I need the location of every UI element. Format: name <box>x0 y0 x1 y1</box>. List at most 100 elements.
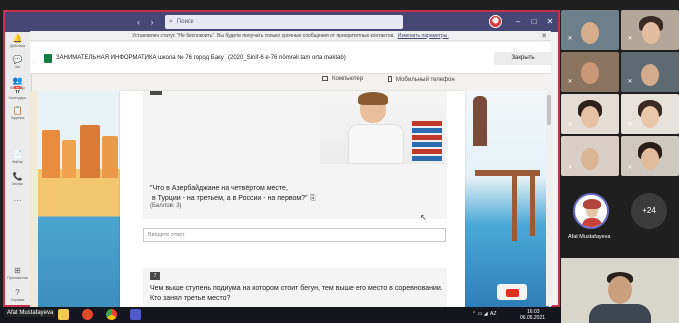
participant-face <box>581 62 599 84</box>
rail-item-more[interactable]: ··· <box>4 196 31 206</box>
view-mobile-option[interactable]: Мобильный телефон <box>388 76 455 83</box>
rail-item-calendar[interactable]: 📅 Календарь <box>4 86 31 101</box>
participant-tile[interactable] <box>621 52 679 92</box>
clock-date[interactable]: 06.05.2021 <box>520 315 545 321</box>
translate-icon[interactable]: ⎘ <box>310 195 316 203</box>
pier-post-icon <box>530 176 535 236</box>
forms-app-icon <box>44 54 52 63</box>
question-7-number: 7 <box>150 272 160 280</box>
participant-face <box>642 22 660 44</box>
mic-off-icon: ✕ <box>627 36 633 42</box>
mouse-cursor-icon: ↖ <box>420 213 427 222</box>
mic-off-icon: ✕ <box>627 122 633 128</box>
bell-icon: 🔔 <box>12 34 23 43</box>
banner-close-icon[interactable]: ✕ <box>541 32 547 40</box>
participant-main-tile[interactable] <box>561 258 679 323</box>
participant-face <box>641 148 659 170</box>
question-6-image <box>320 91 445 164</box>
file-explorer-icon[interactable] <box>58 309 69 320</box>
boy-body-icon <box>348 124 404 164</box>
building-icon <box>80 125 100 178</box>
question-6-text: "Что в Азербайджане на четвёртом месте, … <box>150 185 308 202</box>
mic-off-icon: ✕ <box>627 79 633 85</box>
building-icon <box>62 140 76 178</box>
rail-item-help[interactable]: ? Справка <box>4 288 31 303</box>
screen: ‹ › ⌕ Поиск – □ ✕ 🔔 Действия 💬 Чат 👥 Ком… <box>0 0 679 323</box>
class-name: (2020_Sinif-6 e-76 nömrəli tam orta məkt… <box>228 55 346 61</box>
mic-off-icon: ✕ <box>567 165 573 171</box>
rail-item-files[interactable]: 📄 Файлы <box>4 150 31 165</box>
teams-taskbar-icon[interactable] <box>130 309 141 320</box>
building-icon <box>102 136 118 178</box>
person-figure-icon <box>473 96 487 146</box>
rail-item-apps[interactable]: ⊞ Приложения <box>4 266 31 281</box>
pier-post-icon <box>512 176 517 241</box>
mic-off-icon: ✕ <box>627 165 633 171</box>
participant-face <box>641 106 659 128</box>
scrollbar-thumb[interactable] <box>547 95 551 125</box>
search-input[interactable]: ⌕ Поиск <box>165 15 403 29</box>
apps-icon: ⊞ <box>14 266 21 275</box>
flag-red-icon <box>506 289 519 297</box>
files-icon: 📄 <box>12 150 23 159</box>
participant-tile[interactable] <box>621 10 679 50</box>
phone-icon <box>388 76 392 82</box>
participant-tile[interactable] <box>561 10 619 50</box>
question-6-number <box>150 91 162 95</box>
mic-off-icon: ✕ <box>567 122 573 128</box>
dnd-banner: Установлен статус "Не беспокоить". Вы бу… <box>30 31 551 41</box>
building-icon <box>42 130 60 178</box>
question-7-text: Чем выше ступень подиума на котором стои… <box>150 285 443 302</box>
presenter-hair <box>583 199 601 209</box>
boy-hair-icon <box>358 92 388 105</box>
answer-input[interactable]: Введите ответ <box>143 228 446 242</box>
rail-item-activity[interactable]: 🔔 Действия <box>4 34 31 49</box>
dnd-banner-text: Установлен статус "Не беспокоить". Вы бу… <box>132 32 395 39</box>
participant-face <box>581 148 599 170</box>
change-settings-link[interactable]: Изменить параметры. <box>398 33 449 39</box>
assignments-icon: 📋 <box>12 106 23 115</box>
rail-item-assignments[interactable]: 📋 Задания <box>4 106 31 121</box>
minimize-button[interactable]: – <box>511 15 525 29</box>
presenter-name: Afat Mustafayeva <box>568 234 611 240</box>
calendar-icon: 📅 <box>12 86 23 95</box>
mic-off-icon: ✕ <box>567 79 573 85</box>
participant-tile[interactable] <box>561 52 619 92</box>
presenter-avatar[interactable] <box>573 193 609 229</box>
rail-item-chat[interactable]: 💬 Чат <box>4 55 31 70</box>
search-icon: ⌕ <box>169 18 173 25</box>
calls-icon: 📞 <box>12 172 23 181</box>
chat-icon: 💬 <box>12 55 23 64</box>
title-bar: ‹ › ⌕ Поиск – □ ✕ <box>5 12 558 32</box>
rail-item-calls[interactable]: 📞 Звонки <box>4 172 31 187</box>
close-window-button[interactable]: ✕ <box>543 15 557 29</box>
monitor-icon <box>322 76 328 81</box>
app-name: ЗАНИМАТЕЛЬНАЯ ИНФОРМАТИКА <box>56 55 157 61</box>
opera-icon[interactable] <box>82 309 93 320</box>
close-tab-button[interactable]: Закрыть <box>494 52 552 65</box>
school-name: школа № 76 город Баку <box>158 55 224 61</box>
presenter-clothes <box>582 218 602 227</box>
taskbar-user-tag: Afat Mustafayeva <box>5 309 56 317</box>
books-icon <box>412 121 442 161</box>
participant-face <box>641 64 659 86</box>
chrome-icon[interactable] <box>106 309 117 320</box>
question-6-points: (Баллов: 3) <box>150 203 182 209</box>
maximize-button[interactable]: □ <box>527 15 541 29</box>
view-computer-option[interactable]: Компьютер <box>322 76 363 82</box>
language-indicator[interactable]: AZ <box>490 311 496 317</box>
participant-shirt <box>589 304 651 323</box>
participant-face <box>581 106 599 128</box>
more-participants-button[interactable]: +24 <box>631 193 667 229</box>
participant-face <box>581 22 599 44</box>
teams-icon: 👥 <box>12 76 23 85</box>
background-illustration-left <box>38 91 120 307</box>
back-forward-arrows-icon[interactable]: ‹ › <box>137 17 158 27</box>
more-icon: ··· <box>13 196 22 205</box>
tray-icons[interactable]: ⌃ ▭ ◢ <box>472 311 488 317</box>
participant-face <box>608 276 632 304</box>
search-placeholder: Поиск <box>176 19 194 25</box>
mic-off-icon: ✕ <box>567 36 573 42</box>
help-icon: ? <box>15 288 20 297</box>
user-avatar[interactable] <box>489 15 502 28</box>
